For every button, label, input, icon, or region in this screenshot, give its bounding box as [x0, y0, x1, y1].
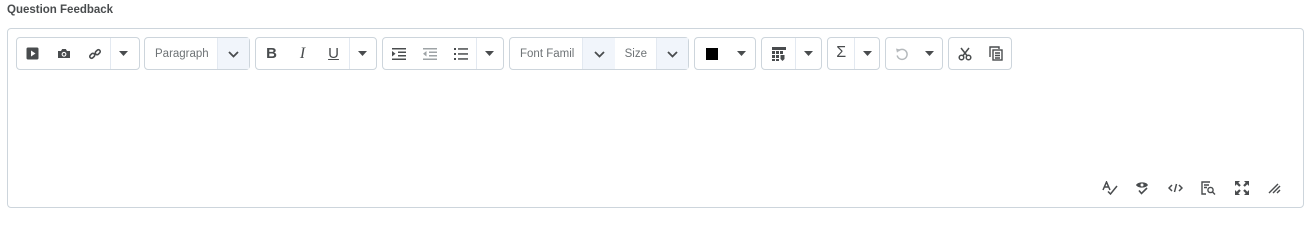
- font-family-dropdown[interactable]: [582, 38, 615, 69]
- accessibility-checker-icon: [1135, 181, 1150, 195]
- insert-quicklink-button[interactable]: [48, 38, 79, 69]
- outdent-button[interactable]: [414, 38, 445, 69]
- undo-group: [885, 37, 943, 70]
- underline-button[interactable]: U: [318, 38, 349, 69]
- insert-group: [16, 37, 140, 70]
- bold-button[interactable]: B: [256, 38, 287, 69]
- link-icon: [88, 47, 102, 61]
- insert-equation-button[interactable]: Σ: [828, 38, 854, 69]
- insert-stuff-button[interactable]: [17, 38, 48, 69]
- font-group: Font Famil Size: [509, 37, 689, 70]
- sigma-icon: Σ: [836, 43, 847, 61]
- indent-button[interactable]: [383, 38, 414, 69]
- preview-button[interactable]: [1192, 177, 1225, 199]
- block-format-select[interactable]: Paragraph: [145, 38, 217, 69]
- paragraph-group: [382, 37, 504, 70]
- caret-down-icon: [803, 51, 813, 56]
- italic-icon: I: [299, 44, 306, 62]
- insert-table-button[interactable]: [762, 38, 795, 69]
- paste-button[interactable]: [980, 38, 1011, 69]
- paragraph-more-dropdown[interactable]: [476, 38, 501, 69]
- clipboard-group: [948, 37, 1012, 70]
- chevron-down-icon: [667, 45, 678, 63]
- caret-down-icon: [484, 51, 494, 56]
- paste-icon: [988, 46, 1003, 61]
- chevron-down-icon: [593, 45, 605, 63]
- table-group: [761, 37, 822, 70]
- table-dropdown[interactable]: [795, 38, 820, 69]
- cut-button[interactable]: [949, 38, 980, 69]
- caret-down-icon: [357, 51, 367, 56]
- fullscreen-button[interactable]: [1225, 177, 1258, 199]
- status-bar-tools: [1093, 177, 1291, 199]
- font-family-select[interactable]: Font Famil: [510, 38, 582, 69]
- format-group: Paragraph: [144, 37, 250, 70]
- chevron-down-icon: [228, 45, 239, 63]
- source-code-button[interactable]: [1159, 177, 1192, 199]
- outdent-icon: [422, 47, 437, 60]
- font-size-dropdown[interactable]: [655, 38, 689, 69]
- equation-dropdown[interactable]: [854, 38, 879, 69]
- camera-icon: [57, 48, 71, 59]
- undo-icon: [895, 47, 909, 61]
- text-style-more-dropdown[interactable]: [349, 38, 374, 69]
- text-style-group: B I U: [255, 37, 377, 70]
- preview-icon: [1201, 181, 1216, 195]
- spellcheck-icon: [1101, 181, 1118, 195]
- html-editor: Paragraph B I U Font Famil Size Σ: [7, 28, 1304, 208]
- resize-handle[interactable]: [1258, 177, 1291, 199]
- insert-more-dropdown[interactable]: [110, 38, 135, 69]
- block-format-value: Paragraph: [155, 47, 209, 60]
- font-family-value: Font Famil: [520, 47, 575, 60]
- undo-button[interactable]: [886, 38, 917, 69]
- indent-icon: [391, 47, 406, 60]
- source-code-icon: [1168, 183, 1183, 193]
- equation-group: Σ: [827, 37, 880, 70]
- scissors-icon: [957, 47, 972, 61]
- block-format-dropdown[interactable]: [217, 38, 249, 69]
- caret-down-icon: [118, 51, 128, 56]
- font-size-value: Size: [624, 47, 647, 60]
- italic-button[interactable]: I: [287, 38, 318, 69]
- font-size-select[interactable]: Size: [615, 38, 656, 69]
- caret-down-icon: [862, 51, 872, 56]
- text-color-button[interactable]: [695, 38, 729, 69]
- field-label: Question Feedback: [7, 4, 114, 16]
- bullet-list-button[interactable]: [445, 38, 476, 69]
- color-group: [694, 37, 756, 70]
- accessibility-checker-button[interactable]: [1126, 177, 1159, 199]
- caret-down-icon: [924, 51, 934, 56]
- spellcheck-button[interactable]: [1093, 177, 1126, 199]
- insert-link-button[interactable]: [79, 38, 110, 69]
- fullscreen-icon: [1234, 181, 1249, 195]
- table-icon: [771, 46, 786, 61]
- bullet-list-icon: [453, 47, 468, 60]
- undo-dropdown[interactable]: [917, 38, 941, 69]
- underline-icon: U: [328, 45, 339, 62]
- bold-icon: B: [266, 45, 277, 62]
- caret-down-icon: [736, 51, 746, 56]
- text-color-dropdown[interactable]: [729, 38, 753, 69]
- color-swatch: [706, 47, 718, 60]
- resize-handle-icon: [1268, 183, 1281, 194]
- play-icon: [26, 47, 39, 60]
